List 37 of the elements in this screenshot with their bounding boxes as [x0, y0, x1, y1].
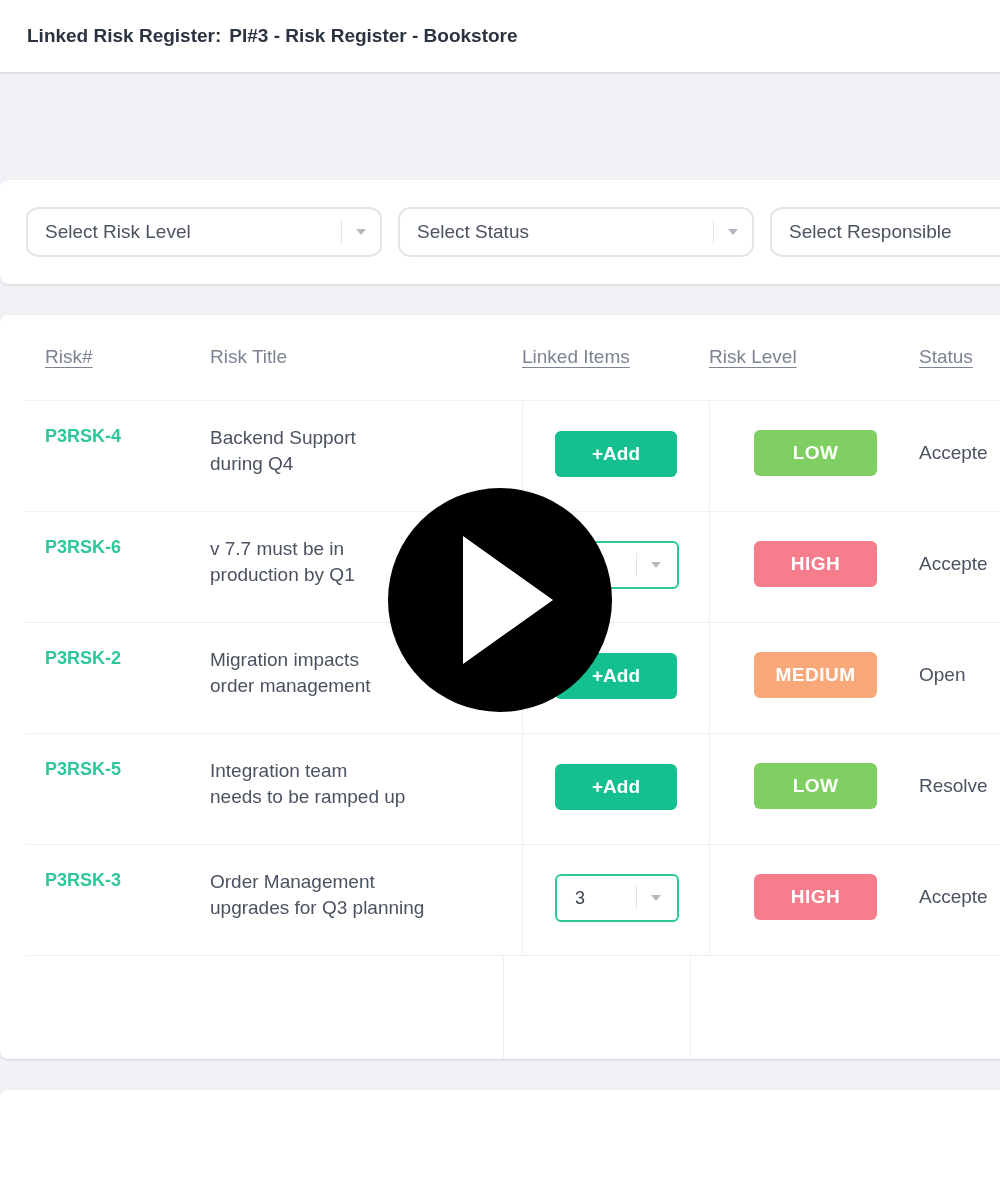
status-text: Accepte	[919, 551, 988, 576]
risk-level-badge: HIGH	[754, 541, 877, 587]
risk-level-badge: HIGH	[754, 874, 877, 920]
column-header[interactable]: Risk#	[45, 346, 93, 368]
risk-title: Backend Support during Q4	[210, 426, 356, 476]
linked-items-select[interactable]: 3	[555, 874, 679, 922]
risk-level-badge: MEDIUM	[754, 652, 877, 698]
risk-id-link[interactable]: P3RSK-2	[45, 648, 122, 668]
caret-icon	[651, 562, 661, 568]
filter-select[interactable]: Select Risk Level	[26, 207, 382, 257]
risk-id-link[interactable]: P3RSK-6	[45, 537, 122, 557]
column-header: Risk Title	[210, 346, 288, 368]
status-text: Accepte	[919, 884, 988, 909]
column-header[interactable]: Linked Items	[522, 346, 630, 368]
caret-icon	[728, 229, 738, 235]
add-button[interactable]: +Add	[555, 431, 677, 477]
risk-title: Order Management upgrades for Q3 planning	[210, 870, 425, 920]
risk-level-badge: LOW	[754, 430, 877, 476]
caret-icon	[356, 229, 366, 235]
risk-level-badge: LOW	[754, 763, 877, 809]
filter-select[interactable]: Select Responsible	[770, 207, 1000, 257]
status-text: Open	[919, 662, 966, 687]
register-name: PI#3 - Risk Register - Bookstore	[229, 23, 518, 48]
status-text: Accepte	[919, 440, 988, 465]
risk-id-link[interactable]: P3RSK-3	[45, 870, 122, 890]
caret-icon	[651, 895, 661, 901]
column-header[interactable]: Risk Level	[709, 346, 797, 368]
risk-title: v 7.7 must be in production by Q1	[210, 537, 355, 587]
register-label: Linked Risk Register:	[27, 23, 222, 48]
risk-title: Migration impacts order management	[210, 648, 371, 698]
risk-id-link[interactable]: P3RSK-5	[45, 759, 122, 779]
risk-id-link[interactable]: P3RSK-4	[45, 426, 122, 446]
column-header[interactable]: Status	[919, 346, 973, 368]
risk-title: Integration team needs to be ramped up	[210, 759, 406, 809]
status-text: Resolve	[919, 773, 988, 798]
add-button[interactable]: +Add	[555, 764, 677, 810]
filter-select[interactable]: Select Status	[398, 207, 754, 257]
